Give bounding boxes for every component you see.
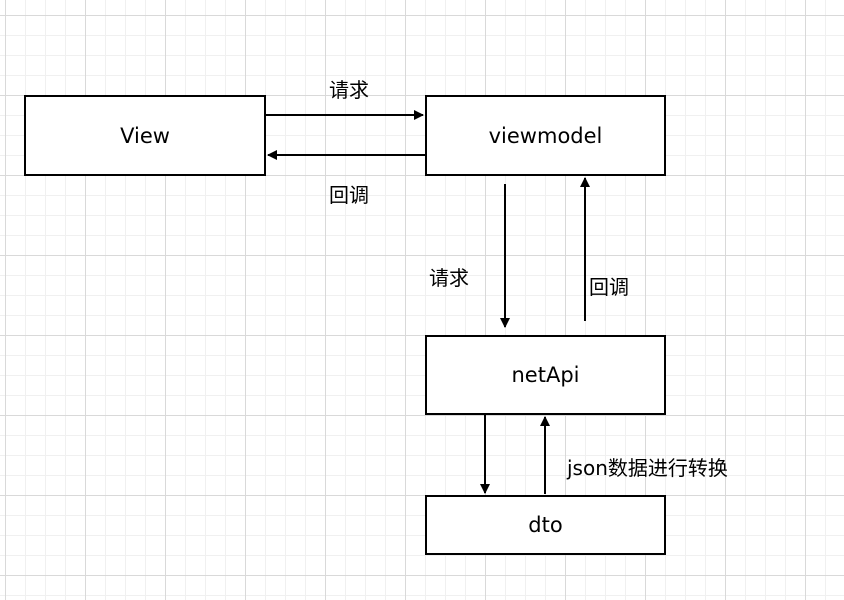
viewmodel-node: viewmodel — [425, 95, 666, 176]
dto-node-label: dto — [528, 513, 563, 537]
connector-arrows — [266, 110, 590, 494]
viewmodel-node-label: viewmodel — [488, 123, 603, 148]
edge-label-viewmodel-to-view: 回调 — [329, 183, 369, 207]
view-node: View — [24, 95, 266, 176]
edge-label-netapi-to-viewmodel: 回调 — [589, 275, 629, 299]
edge-label-viewmodel-to-netapi: 请求 — [429, 266, 469, 290]
netapi-node-label: netApi — [511, 363, 580, 387]
dto-node: dto — [425, 495, 666, 555]
view-node-label: View — [120, 123, 170, 148]
edge-label-view-to-viewmodel: 请求 — [329, 78, 369, 102]
edge-label-dto-to-netapi: json数据进行转换 — [567, 456, 728, 480]
netapi-node: netApi — [425, 335, 666, 415]
